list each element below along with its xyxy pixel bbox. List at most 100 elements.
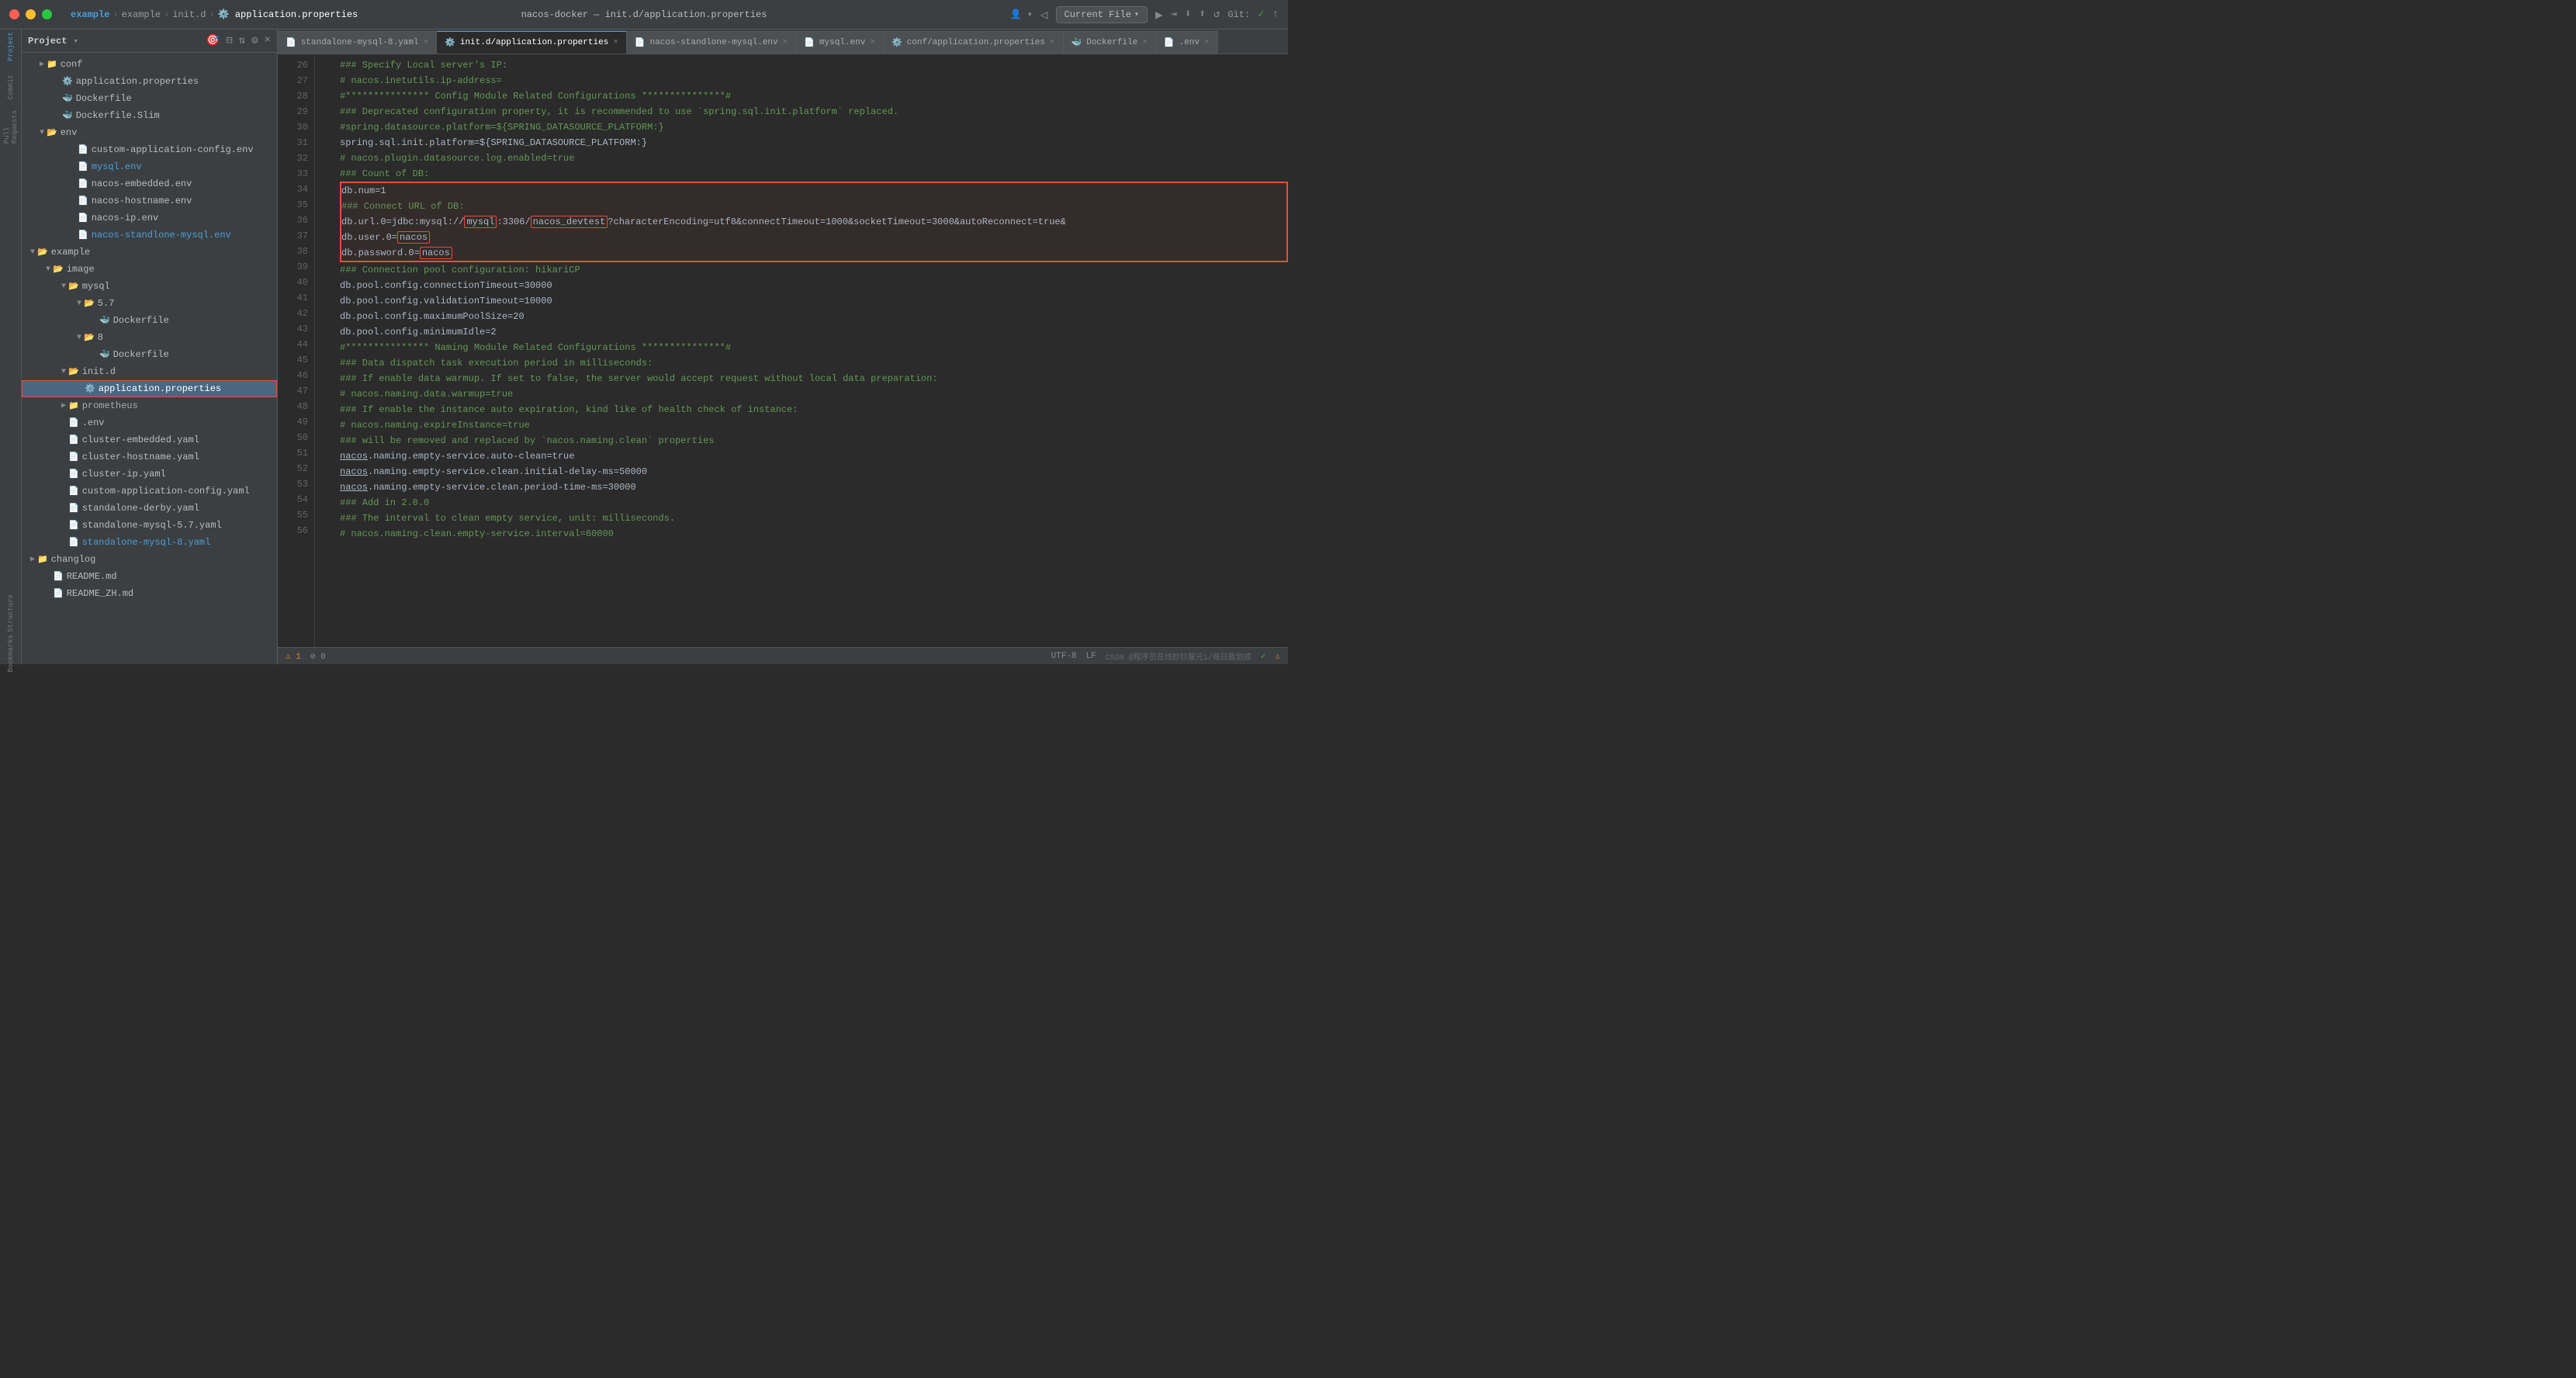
- tree-label-cluster-embedded: cluster-embedded.yaml: [82, 435, 199, 445]
- locate-icon[interactable]: 🎯: [206, 34, 220, 47]
- tree-item-nacos-ip-env[interactable]: 📄 nacos-ip.env: [22, 209, 277, 227]
- tab-close-0[interactable]: ×: [424, 38, 429, 47]
- settings-icon[interactable]: ⚙: [251, 34, 258, 47]
- tree-item-custom-config-env[interactable]: 📄 custom-application-config.env: [22, 141, 277, 158]
- tab-close-6[interactable]: ×: [1204, 38, 1210, 47]
- tree-item-dotenv[interactable]: 📄 .env: [22, 414, 277, 431]
- tree-item-mysql-folder[interactable]: ▼ 📂 mysql: [22, 278, 277, 295]
- breadcrumb-initd[interactable]: init.d: [172, 9, 206, 20]
- tree-item-cluster-ip[interactable]: 📄 cluster-ip.yaml: [22, 466, 277, 483]
- git-push-icon[interactable]: ↑: [1272, 9, 1279, 21]
- folder-arrow-example: ▼: [28, 248, 37, 257]
- back-icon[interactable]: ◁: [1040, 7, 1048, 23]
- minimize-button[interactable]: [26, 9, 36, 19]
- code-editor[interactable]: ### Specify Local server's IP:# nacos.in…: [331, 54, 1288, 647]
- tree-item-dockerfile-57[interactable]: 🐳 Dockerfile: [22, 312, 277, 329]
- sidebar-structure-icon[interactable]: Structure: [0, 602, 22, 624]
- tab-close-2[interactable]: ×: [783, 38, 788, 47]
- tree-item-dockerfile-slim[interactable]: 🐳 Dockerfile.Slim: [22, 107, 277, 124]
- tree-item-prometheus-folder[interactable]: ▶ 📁 prometheus: [22, 397, 277, 414]
- step-into-icon[interactable]: ⬇: [1185, 8, 1191, 21]
- tree-item-readme-zh[interactable]: 📄 README_ZH.md: [22, 585, 277, 602]
- tab-close-1[interactable]: ×: [613, 38, 618, 47]
- tree-item-example-folder[interactable]: ▼ 📂 example: [22, 244, 277, 261]
- step-out-icon[interactable]: ⬆: [1199, 8, 1205, 21]
- tree-item-initd-folder[interactable]: ▼ 📂 init.d: [22, 363, 277, 380]
- sidebar-bookmarks-icon[interactable]: Bookmarks: [0, 642, 22, 664]
- tree-item-env-folder[interactable]: ▼ 📂 env: [22, 124, 277, 141]
- tree-item-8-folder[interactable]: ▼ 📂 8: [22, 329, 277, 346]
- tree-item-cluster-embedded[interactable]: 📄 cluster-embedded.yaml: [22, 431, 277, 448]
- code-line-36: db.url.0=jdbc:mysql://mysql:3306/nacos_d…: [340, 214, 1288, 230]
- tab-dotenv[interactable]: 📄 .env ×: [1156, 31, 1218, 54]
- breadcrumb-example[interactable]: example: [122, 9, 161, 20]
- tree-item-nacos-embedded-env[interactable]: 📄 nacos-embedded.env: [22, 175, 277, 192]
- refresh-icon[interactable]: ↺: [1214, 8, 1220, 21]
- tree-item-dockerfile-8[interactable]: 🐳 Dockerfile: [22, 346, 277, 363]
- close-button[interactable]: [9, 9, 19, 19]
- tab-nacos-standlone[interactable]: 📄 nacos-standlone-mysql.env ×: [627, 31, 796, 54]
- code-line-46: ### If enable data warmup. If set to fal…: [340, 371, 1288, 386]
- sort-icon[interactable]: ⇅: [239, 34, 245, 47]
- code-line-39: ### Connection pool configuration: hikar…: [340, 262, 1288, 278]
- tab-mysql-env[interactable]: 📄 mysql.env ×: [796, 31, 884, 54]
- tab-application-properties[interactable]: ⚙️ init.d/application.properties ×: [437, 31, 627, 54]
- code-line-43: db.pool.config.minimumIdle=2: [340, 324, 1288, 340]
- sidebar-project-icon[interactable]: Project: [0, 36, 22, 57]
- git-check-icon[interactable]: ✓: [1258, 8, 1264, 21]
- file-icon-mysql-env: 📄: [78, 161, 88, 172]
- breadcrumb-file[interactable]: ⚙️ application.properties: [218, 9, 358, 20]
- close-panel-icon[interactable]: ×: [265, 34, 271, 47]
- step-over-icon[interactable]: ⇥: [1171, 8, 1177, 21]
- tree-item-changlog[interactable]: ▶ 📁 changlog: [22, 551, 277, 568]
- code-line-40: db.pool.config.connectionTimeout=30000: [340, 278, 1288, 293]
- tree-label-57: 5.7: [98, 298, 115, 309]
- folder-arrow-mysql: ▼: [59, 282, 68, 291]
- folder-arrow-conf: ▶: [37, 60, 47, 69]
- tree-item-57-folder[interactable]: ▼ 📂 5.7: [22, 295, 277, 312]
- tree-label-readme: README.md: [67, 571, 117, 582]
- tree-item-readme[interactable]: 📄 README.md: [22, 568, 277, 585]
- breadcrumb-root[interactable]: example: [71, 9, 109, 20]
- code-line-33: ### Count of DB:: [340, 166, 1288, 182]
- file-icon-standalone-derby: 📄: [68, 503, 79, 514]
- tab-conf-application[interactable]: ⚙️ conf/application.properties ×: [884, 31, 1064, 54]
- tree-item-image-folder[interactable]: ▼ 📂 image: [22, 261, 277, 278]
- tree-item-custom-config-yaml[interactable]: 📄 custom-application-config.yaml: [22, 483, 277, 500]
- file-icon-readme-zh: 📄: [53, 588, 64, 599]
- tab-dockerfile[interactable]: 🐳 Dockerfile ×: [1064, 31, 1156, 54]
- tree-item-mysql-env[interactable]: 📄 mysql.env: [22, 158, 277, 175]
- run-icon[interactable]: ▶: [1155, 7, 1163, 23]
- tab-close-4[interactable]: ×: [1050, 38, 1055, 47]
- tree-item-nacos-standlone-env[interactable]: 📄 nacos-standlone-mysql.env: [22, 227, 277, 244]
- code-line-47: # nacos.naming.data.warmup=true: [340, 386, 1288, 402]
- tree-item-conf[interactable]: ▶ 📁 conf: [22, 56, 277, 73]
- folder-icon-mysql: 📂: [68, 281, 79, 292]
- tree-item-standalone-mysql-57[interactable]: 📄 standalone-mysql-5.7.yaml: [22, 517, 277, 534]
- tree-label-dockerfile-8: Dockerfile: [113, 349, 169, 360]
- maximize-button[interactable]: [42, 9, 52, 19]
- tree-item-standalone-mysql-8[interactable]: 📄 standalone-mysql-8.yaml: [22, 534, 277, 551]
- panel-dropdown-icon[interactable]: ▾: [73, 36, 78, 47]
- folder-arrow-57: ▼: [74, 299, 84, 308]
- sidebar-commit-icon[interactable]: Commit: [0, 76, 22, 98]
- sidebar-pullrequests-icon[interactable]: Pull Requests: [0, 116, 22, 138]
- status-right: UTF-8 LF CSDN @程序员在线妙妙屋元1/每日能划成 ✓ ⚠: [1051, 650, 1280, 663]
- editor-content: 2627282930313233343536373839404142434445…: [278, 54, 1288, 647]
- file-icon-custom-config-env: 📄: [78, 144, 88, 155]
- tree-item-dockerfile-conf[interactable]: 🐳 Dockerfile: [22, 90, 277, 107]
- tree-item-cluster-hostname[interactable]: 📄 cluster-hostname.yaml: [22, 448, 277, 466]
- file-icon-cluster-ip: 📄: [68, 469, 79, 480]
- code-line-49: # nacos.naming.expireInstance=true: [340, 417, 1288, 433]
- tree-item-application-conf[interactable]: ⚙️ application.properties: [22, 73, 277, 90]
- tab-close-3[interactable]: ×: [870, 38, 875, 47]
- tab-close-5[interactable]: ×: [1142, 38, 1148, 47]
- collapse-icon[interactable]: ⊟: [226, 34, 232, 47]
- tree-item-nacos-hostname-env[interactable]: 📄 nacos-hostname.env: [22, 192, 277, 209]
- file-icon-standalone-mysql-57: 📄: [68, 520, 79, 531]
- current-file-button[interactable]: Current File ▾: [1056, 6, 1148, 23]
- tree-item-application-properties[interactable]: ⚙️ application.properties: [22, 380, 277, 397]
- tab-standalone-mysql-8[interactable]: 📄 standalone-mysql-8.yaml ×: [278, 31, 437, 54]
- profile-icon[interactable]: 👤 ▾: [1009, 9, 1032, 20]
- tree-item-standalone-derby[interactable]: 📄 standalone-derby.yaml: [22, 500, 277, 517]
